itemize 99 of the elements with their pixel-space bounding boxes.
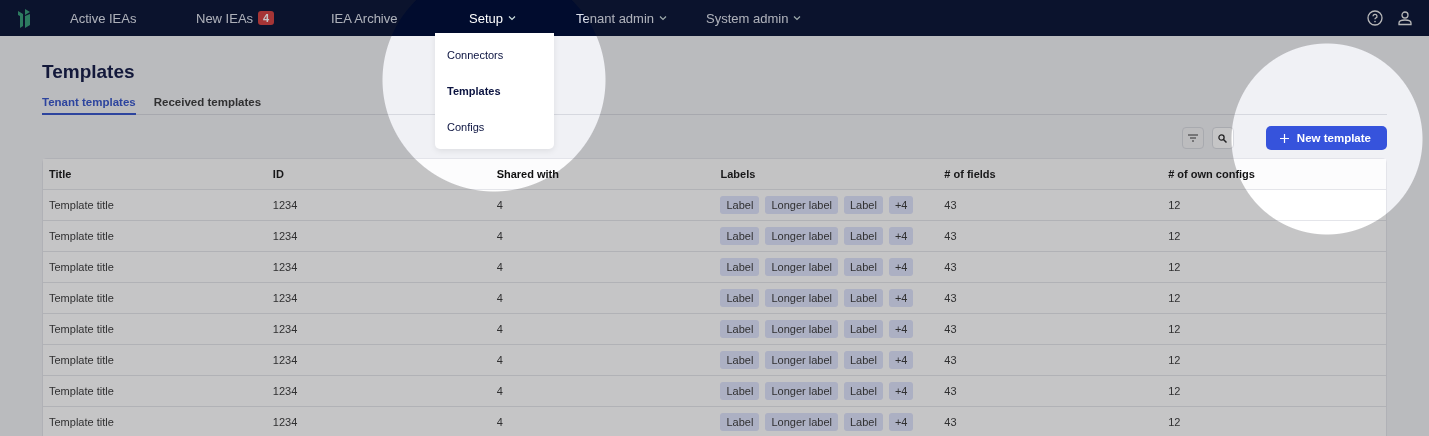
label-tag: Label — [720, 196, 760, 214]
table-cell-text: 4 — [495, 354, 504, 366]
nav-link[interactable]: Active IEAs — [70, 10, 137, 26]
label-tag: Label — [720, 413, 760, 431]
plus-icon — [1279, 133, 1289, 143]
label-tag: Label — [720, 382, 760, 400]
user-icon[interactable] — [1397, 10, 1413, 26]
table-cell-text: 43 — [943, 323, 958, 335]
table-cell-text: 43 — [943, 416, 958, 428]
table-cell-text: 4 — [495, 199, 504, 211]
label-tag: +4 — [888, 227, 914, 245]
table-cell-text: 4 — [495, 385, 504, 397]
label-tag: +4 — [888, 413, 914, 431]
column-header: ID — [271, 168, 285, 180]
table-cell-text: Template title — [48, 199, 115, 211]
label-tag: Longer label — [765, 289, 838, 307]
table-cell-text: 43 — [943, 385, 958, 397]
table-cell-text: Template title — [48, 261, 115, 273]
table-cell-text: 12 — [1167, 292, 1182, 304]
label-tag: Longer label — [765, 382, 838, 400]
table-cell-text: 1234 — [271, 230, 299, 242]
label-tag: Label — [843, 413, 883, 431]
table-cell-text: 43 — [943, 199, 958, 211]
nav-link[interactable]: New IEAs 4 — [196, 10, 275, 26]
logo-icon[interactable] — [16, 7, 32, 29]
tab[interactable]: Received templates — [153, 96, 262, 114]
label-tag: Label — [843, 289, 883, 307]
label-tag: Label — [843, 258, 883, 276]
nav-link[interactable]: Setup — [469, 10, 516, 26]
table-cell-text: 43 — [943, 261, 958, 273]
label-tag: Label — [720, 289, 760, 307]
table-cell-text: Template title — [48, 354, 115, 366]
search-icon — [1218, 133, 1228, 143]
table-cell-text: 1234 — [271, 354, 299, 366]
table-cell-text: 1234 — [271, 323, 299, 335]
nav-link[interactable]: Tenant admin — [576, 10, 668, 26]
label-tag: +4 — [888, 289, 914, 307]
label-tag: Label — [843, 382, 883, 400]
menu-item[interactable]: Configs — [435, 109, 554, 145]
table-cell-text: 1234 — [271, 199, 299, 211]
page-title: Templates — [42, 61, 135, 83]
filter-icon — [1187, 134, 1198, 142]
label-tag: Label — [843, 351, 883, 369]
table-cell-text: 4 — [495, 230, 504, 242]
label-tag: Label — [843, 227, 883, 245]
menu-item[interactable]: Templates — [435, 73, 554, 109]
label-tag: Label — [720, 320, 760, 338]
menu-item[interactable]: Connectors — [435, 37, 554, 73]
table-cell-text: 43 — [943, 230, 958, 242]
nav-link[interactable]: IEA Archive — [331, 10, 398, 26]
label-tag: +4 — [888, 382, 914, 400]
column-header: Title — [48, 168, 73, 180]
new-template-button[interactable]: New template — [1265, 126, 1387, 150]
help-icon[interactable] — [1367, 10, 1383, 26]
table-cell-text: 12 — [1167, 323, 1182, 335]
label-tag: Longer label — [765, 320, 838, 338]
label-tag: Label — [843, 320, 883, 338]
label-tag: Label — [843, 196, 883, 214]
label-tag: Label — [720, 351, 760, 369]
table-cell-text: Template title — [48, 292, 115, 304]
table-cell-text: 4 — [495, 323, 504, 335]
column-header: # of fields — [943, 168, 997, 180]
table-cell-text: 4 — [495, 261, 504, 273]
label-tag: Longer label — [765, 413, 838, 431]
table-cell-text: 12 — [1167, 199, 1182, 211]
label-tag: Longer label — [765, 196, 838, 214]
label-tag: Label — [720, 258, 760, 276]
label-tag: Longer label — [765, 258, 838, 276]
table-cell-text: 1234 — [271, 261, 299, 273]
label-tag: Longer label — [765, 227, 838, 245]
table-cell-text: 1234 — [271, 385, 299, 397]
table-cell-text: 1234 — [271, 292, 299, 304]
table-cell-text: 12 — [1167, 354, 1182, 366]
table-cell-text: 12 — [1167, 385, 1182, 397]
table-cell-text: Template title — [48, 323, 115, 335]
table-cell-text: 12 — [1167, 230, 1182, 242]
count-badge: 4 — [258, 11, 275, 25]
label-tag: +4 — [888, 351, 914, 369]
table-cell-text: 1234 — [271, 416, 299, 428]
table-cell-text: Template title — [48, 416, 115, 428]
label-tag: +4 — [888, 196, 914, 214]
search-button[interactable] — [1211, 127, 1234, 149]
table-cell-text: 4 — [495, 292, 504, 304]
label-tag: Label — [720, 227, 760, 245]
table-cell-text: 43 — [943, 292, 958, 304]
label-tag: +4 — [888, 320, 914, 338]
column-header: # of own configs — [1167, 168, 1256, 180]
tab[interactable]: Tenant templates — [42, 96, 136, 115]
table-cell-text: Template title — [48, 230, 115, 242]
table-cell-text: Template title — [48, 385, 115, 397]
column-header: Shared with — [495, 168, 560, 180]
table-cell-text: 12 — [1167, 261, 1182, 273]
label-tag: +4 — [888, 258, 914, 276]
table-cell-text: 43 — [943, 354, 958, 366]
table-cell-text: 4 — [495, 416, 504, 428]
nav-link[interactable]: System admin — [706, 10, 802, 26]
table-cell-text: 12 — [1167, 416, 1182, 428]
label-tag: Longer label — [765, 351, 838, 369]
column-header: Labels — [719, 168, 757, 180]
